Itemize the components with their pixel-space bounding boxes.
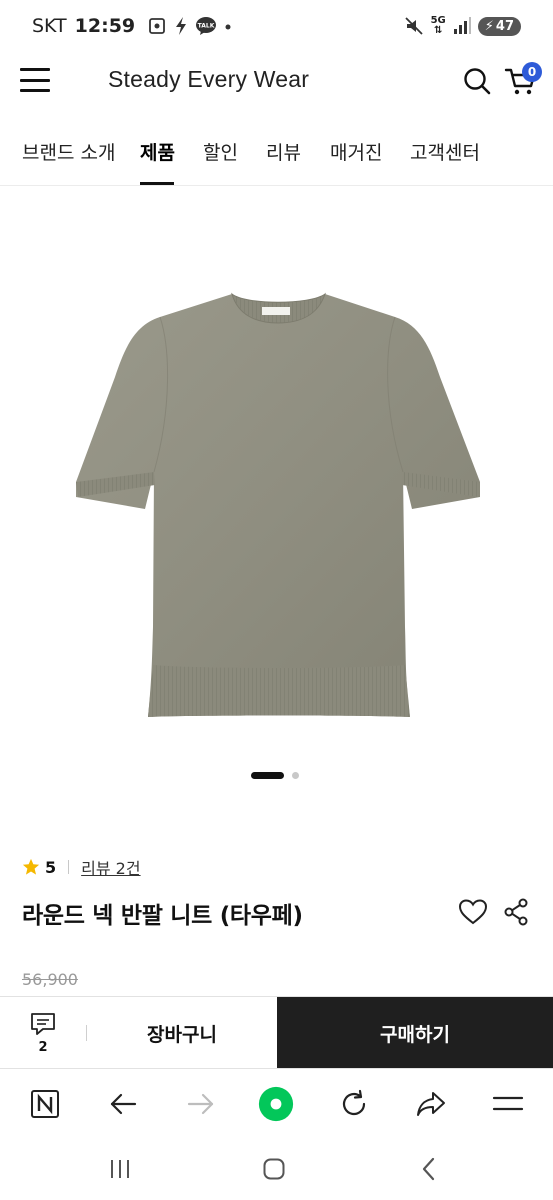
status-right: 5G ⇅ ⚡ 47 [404,16,521,36]
mute-icon [404,17,423,35]
original-price: 56,900 [22,970,78,989]
purchase-bar: 2 장바구니 구매하기 [0,996,553,1069]
qa-count: 2 [38,1039,48,1055]
system-nav-bar [0,1138,553,1200]
menu-bar [20,89,50,92]
talk-text: TALK [198,23,215,30]
product-name: 라운드 넥 반팔 니트 (타우페) [22,903,303,929]
brand-title[interactable]: Steady Every Wear [108,66,309,93]
nav-item-brand-intro[interactable]: 브랜드 소개 [22,138,115,165]
search-icon[interactable] [462,66,492,96]
battery-indicator: ⚡ 47 [477,16,521,36]
menu-button[interactable] [20,68,50,92]
review-count-link[interactable]: 리뷰 2건 [81,855,140,879]
back-arrow-icon[interactable] [105,1086,141,1122]
carousel-dot[interactable] [292,772,299,779]
nav-item-reviews[interactable]: 리뷰 [266,138,301,165]
home-icon[interactable] [256,1154,292,1184]
knit-shirt-image [76,292,480,717]
status-bar: SKT 12:59 TALK 5G ⇅ ⚡ 47 [0,0,553,52]
active-tab-indicator [140,182,174,185]
signal-icon [453,17,471,34]
carrier-label: SKT [32,15,67,37]
battery-bolt-icon: ⚡ [484,18,494,34]
rating-value: 5 [45,857,57,877]
clock: 12:59 [74,15,136,37]
cart-count-badge: 0 [522,62,542,82]
bolt-icon [176,17,187,35]
heart-icon[interactable] [458,898,488,926]
rating-divider [68,860,70,874]
dot-icon [225,24,231,30]
battery-level: 47 [495,18,514,34]
nav-item-products[interactable]: 제품 [140,138,175,165]
add-to-cart-button[interactable]: 장바구니 [88,997,276,1069]
status-left: SKT 12:59 TALK [32,15,233,37]
hamburger-icon[interactable] [490,1086,526,1122]
nav-item-customer-center[interactable]: 고객센터 [410,138,480,165]
rating-row: 5 리뷰 2건 [22,855,141,879]
purchase-divider [86,1025,87,1041]
notification-icons: TALK [147,16,233,36]
screenshot-icon [149,18,166,34]
back-icon[interactable] [411,1154,447,1184]
star-icon [22,858,40,875]
qa-button[interactable]: 2 [0,997,86,1069]
menu-bar [20,78,50,82]
naver-icon[interactable] [27,1086,63,1122]
share-arrow-icon[interactable] [413,1086,449,1122]
share-icon[interactable] [503,898,529,926]
nav-item-sale[interactable]: 할인 [203,138,238,165]
carousel-dot-active[interactable] [251,772,284,779]
kakaotalk-icon: TALK [196,17,217,35]
category-nav: 브랜드 소개 제품 할인 리뷰 매거진 고객센터 [0,120,553,186]
chat-icon [31,1012,55,1035]
network-icon: 5G ⇅ [430,15,446,36]
menu-bar [20,68,50,71]
recents-icon[interactable] [102,1154,138,1184]
forward-arrow-icon[interactable] [183,1086,219,1122]
image-carousel-dots [251,772,299,779]
buy-now-button[interactable]: 구매하기 [277,997,553,1069]
green-dot-icon[interactable] [258,1086,294,1122]
nav-item-magazine[interactable]: 매거진 [330,138,382,165]
browser-toolbar [0,1068,553,1138]
app-header: Steady Every Wear [0,52,553,108]
product-image[interactable] [0,187,553,747]
refresh-icon[interactable] [336,1086,372,1122]
